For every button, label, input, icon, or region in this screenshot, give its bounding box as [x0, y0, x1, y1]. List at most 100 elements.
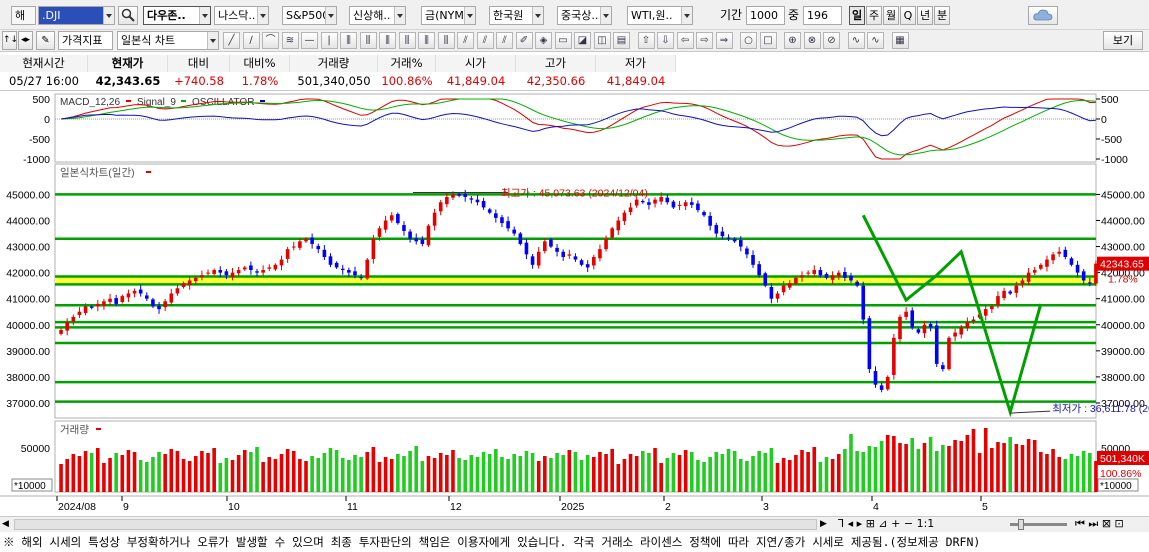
channel-a-icon[interactable]: ⫽ [457, 32, 474, 49]
chevron-down-icon[interactable] [199, 7, 210, 24]
text-a-icon[interactable]: ▤ [613, 32, 630, 49]
chevron-down-icon[interactable] [532, 7, 543, 24]
updown-button[interactable]: ↑↓ [2, 31, 18, 50]
grid-b-icon[interactable]: ⫼ [359, 32, 377, 49]
view-button[interactable]: 보기 [1103, 31, 1143, 50]
square-icon[interactable]: □ [759, 32, 777, 49]
chevron-down-icon[interactable] [600, 7, 611, 24]
chevron-down-icon[interactable] [257, 7, 268, 24]
index-button-3[interactable]: 금(NYM.. [421, 6, 476, 25]
price-tick-left: 37000.00 [6, 398, 50, 410]
chevron-down-icon[interactable] [464, 7, 475, 24]
chart-gap-icon[interactable]: ⅂ [838, 517, 844, 530]
volume-bar [463, 460, 468, 492]
trendline-icon[interactable]: ╱ [223, 32, 240, 49]
zoom-reset-icon[interactable]: ⊘ [823, 32, 840, 49]
vline-icon[interactable]: | [320, 32, 338, 49]
chevron-down-icon[interactable] [207, 32, 218, 49]
symbol-input[interactable]: .DJI [38, 6, 115, 25]
timeframe-button-3[interactable]: Q [900, 6, 916, 25]
volume-bar [604, 454, 608, 492]
scroll-end-icon[interactable]: ▸ [857, 517, 863, 530]
price-indicator-select[interactable]: 가격지표 [58, 31, 113, 50]
chevron-down-icon[interactable] [394, 7, 405, 24]
chevron-down-icon[interactable] [103, 7, 114, 24]
circle-icon[interactable]: ○ [740, 32, 757, 49]
market-select[interactable]: 해 [11, 6, 36, 25]
index-select-dow[interactable]: 다우존.. [143, 6, 211, 25]
arrow-left-icon[interactable]: ⇦ [676, 32, 694, 49]
channel-b-icon[interactable]: ⫽ [476, 32, 494, 49]
chart-svg[interactable]: 500 5000 0-500 -500-1000 -1000MACD_12,26 Sign… [0, 91, 1149, 516]
ratio-label[interactable]: 1:1 [917, 517, 935, 530]
hline-icon[interactable]: — [301, 32, 318, 49]
scroll-start-icon[interactable]: ◂ [848, 517, 854, 530]
search-button[interactable] [118, 6, 138, 25]
chart-area[interactable]: 500 500 0 0 -500 -500 -1000 -1000 MACD_12,26 Sign… [0, 91, 1149, 516]
pen-icon[interactable]: ✐ [515, 32, 533, 49]
grid-table-icon[interactable]: ▦ [891, 32, 909, 49]
zoom-in-icon[interactable]: ⊞ [866, 517, 875, 530]
zoom-out-icon[interactable]: ⊗ [803, 32, 821, 49]
scroll-track[interactable] [14, 519, 817, 530]
wave-b-icon[interactable]: ∿ [867, 32, 884, 49]
zoom-in-icon[interactable]: ⊕ [784, 32, 801, 49]
period-input[interactable]: 1000 [746, 6, 785, 25]
timeframe-button-0[interactable]: 일 [849, 6, 865, 25]
grid-e-icon[interactable]: ⫼ [418, 32, 435, 49]
goto-first-icon[interactable]: ⏮ [1075, 517, 1085, 530]
zoom-slider-handle[interactable] [1018, 519, 1024, 530]
timeframe-button-1[interactable]: 주 [866, 6, 882, 25]
edit-button[interactable]: ✎ [36, 31, 55, 50]
scroll-right-arrow[interactable]: ▶ [820, 519, 827, 529]
ray-icon[interactable]: ∕ [242, 32, 260, 49]
volume-bar [598, 452, 602, 492]
candle-body [304, 238, 308, 242]
wave-a-icon[interactable]: ∿ [847, 32, 865, 49]
timeframe-button-2[interactable]: 월 [883, 6, 899, 25]
shape-a-icon[interactable]: ◈ [535, 32, 552, 49]
grid-a-icon[interactable]: ⫼ [340, 32, 357, 49]
goto-last-icon[interactable]: ⏭ [1088, 517, 1098, 530]
candle-body [634, 199, 639, 206]
cloud-button[interactable] [1028, 6, 1058, 25]
scroll-controls-right[interactable]: ⏮ ⏭ ⊠ ⊡ [1075, 517, 1124, 531]
channel-c-icon[interactable]: ⫽ [496, 32, 513, 49]
arrow-up-icon[interactable]: ⇧ [637, 32, 655, 49]
arrow-down-icon[interactable]: ⇩ [657, 32, 674, 49]
grid-d-icon[interactable]: ⫼ [398, 32, 416, 49]
index-button-0[interactable]: 나스닥.. [214, 6, 269, 25]
index-button-1[interactable]: S&P500 [282, 6, 337, 25]
chevron-down-icon[interactable] [325, 7, 336, 24]
grid-c-icon[interactable]: ⫼ [379, 32, 396, 49]
index-button-5[interactable]: 중국상.. [557, 6, 612, 25]
leftright-button[interactable]: ◂▸ [18, 31, 33, 50]
arrow-right-icon[interactable]: ⇨ [696, 32, 713, 49]
arc-icon[interactable]: ⌒ [262, 32, 279, 49]
scroll-left-arrow[interactable]: ◀ [2, 519, 9, 529]
scroll-controls[interactable]: ⅂ ◂ ▸ ⊞ ⊿ + − 1:1 [838, 517, 934, 530]
index-button-4[interactable]: 한국원 [489, 6, 544, 25]
index-button-6[interactable]: WTI,원.. [627, 6, 693, 25]
capture-icon[interactable]: ⊠ [1102, 517, 1111, 530]
timeframe-button-4[interactable]: 년 [917, 6, 933, 25]
minus-icon[interactable]: − [904, 517, 913, 530]
chart-scrollbar[interactable]: ◀ ▶ ⅂ ◂ ▸ ⊞ ⊿ + − 1:1 ⏮ ⏭ ⊠ ⊡ [0, 516, 1149, 532]
zoom-slider[interactable] [1010, 519, 1067, 530]
lock-icon[interactable]: ⊡ [1115, 517, 1124, 530]
fill-a-icon[interactable]: ◪ [574, 32, 591, 49]
measure-icon[interactable]: ⊿ [878, 517, 887, 530]
candle-body [261, 270, 265, 273]
count-input[interactable]: 196 [803, 6, 842, 25]
index-button-2[interactable]: 신상해.. [349, 6, 406, 25]
plus-icon[interactable]: + [891, 517, 900, 530]
fan-icon[interactable]: ≋ [281, 32, 299, 49]
copy-a-icon[interactable]: ◫ [593, 32, 611, 49]
volume-bar [885, 435, 890, 492]
chart-type-select[interactable]: 일본식 차트 [117, 31, 219, 50]
grid-f-icon[interactable]: ⫼ [437, 32, 455, 49]
timeframe-button-5[interactable]: 분 [934, 6, 950, 25]
chevron-down-icon[interactable] [681, 7, 692, 24]
arrow-r2-icon[interactable]: ⇒ [715, 32, 733, 49]
rect-a-icon[interactable]: ▭ [554, 32, 572, 49]
